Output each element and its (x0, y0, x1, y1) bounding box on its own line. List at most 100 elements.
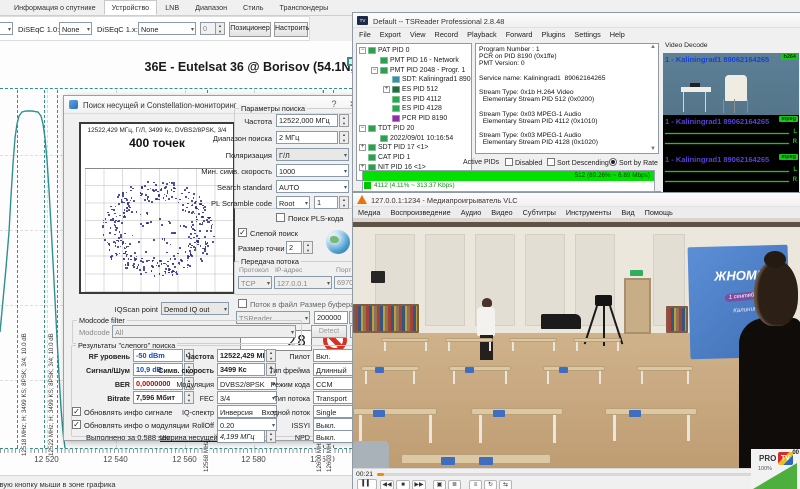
tree-item[interactable]: ES PID 4112 (359, 94, 471, 104)
tsreader-menu-item[interactable]: File (359, 30, 371, 39)
tree-item[interactable]: − PMT PID 2048 - Progr. 1 (359, 65, 471, 75)
npd-select[interactable]: Выкл. (313, 430, 357, 443)
iqscan-select[interactable]: Demod IQ out (161, 302, 229, 315)
shuffle-button[interactable]: ⇆ (499, 480, 512, 489)
buffer-field[interactable]: 200000 (314, 311, 348, 324)
tsreader-menu-item[interactable]: Playback (467, 30, 497, 39)
frame-select[interactable]: Длинный (313, 363, 357, 376)
min-symrate-select[interactable]: 1000 (276, 164, 349, 177)
tree-item[interactable]: − TDT PID 20 (359, 124, 471, 134)
audio-decode-panel[interactable]: 1 - Kaliningrad1 89062164265 mpeg L R (663, 153, 799, 191)
stream-type-select[interactable]: Transport (313, 391, 357, 404)
tree-expander-icon[interactable]: − (359, 125, 366, 132)
tsreader-menu-item[interactable]: Export (380, 30, 401, 39)
tree-item[interactable]: CAT PID 1 (359, 153, 471, 163)
frequency-field[interactable]: 12522,000 МГц (276, 114, 338, 127)
previous-button[interactable]: ◀◀ (380, 480, 394, 489)
pl-scramble-mode-select[interactable]: Root (276, 196, 310, 209)
video-decode-thumbnail[interactable]: 1 - Kaliningrad1 89062164265 h264 (663, 53, 799, 115)
tsreader-menu-item[interactable]: Forward (506, 30, 533, 39)
details-scroll-down-icon[interactable]: ▼ (650, 146, 656, 152)
update-modulation-checkbox[interactable]: ✓ (72, 420, 81, 429)
analyzer-tab[interactable]: LNB (157, 0, 187, 15)
analyzer-tab[interactable]: Стиль (235, 0, 271, 15)
carrier-width-field[interactable]: 4,199 МГц (217, 430, 265, 443)
protocol-select[interactable]: TCP (238, 276, 272, 289)
vlc-menu-item[interactable]: Помощь (645, 208, 673, 217)
position-field[interactable]: 0 (200, 22, 216, 35)
stop-button[interactable]: ■ (396, 480, 410, 489)
freq-result-spinner[interactable]: ▴▾ (266, 349, 276, 362)
tree-expander-icon[interactable]: + (359, 144, 366, 151)
ip-select[interactable]: 127.0.0.1 (274, 276, 332, 289)
tsreader-menu-item[interactable]: View (410, 30, 426, 39)
analyzer-tab[interactable]: Устройство (104, 0, 158, 15)
tsreader-menu-item[interactable]: Record (435, 30, 459, 39)
port-field[interactable]: 6970 (334, 276, 354, 289)
positioner-button[interactable]: Позиционер (229, 22, 271, 37)
active-pids-sortdesc[interactable]: Sort Descending (547, 158, 609, 167)
analyzer-tab[interactable]: Информация о спутнике (6, 0, 104, 15)
pause-button[interactable]: ▍▍ (357, 479, 377, 489)
carrier-width-label[interactable]: Ширина несущей (160, 433, 214, 442)
analyzer-tab[interactable]: Транспондеры (271, 0, 336, 15)
tree-item[interactable]: − PAT PID 0 (359, 46, 471, 56)
to-file-checkbox[interactable] (238, 299, 247, 308)
modcode-select[interactable]: All (112, 325, 296, 338)
partial-combo[interactable] (0, 22, 13, 35)
tree-item[interactable]: PCR PID 8190 (359, 114, 471, 124)
pl-scramble-spinner[interactable]: ▴▾ (339, 196, 349, 209)
search-standard-select[interactable]: AUTO (276, 180, 349, 193)
code-mode-select[interactable]: CCM (313, 377, 357, 390)
sort-by-rate-radio[interactable] (609, 158, 617, 166)
setup-button[interactable]: Настроить (274, 22, 308, 37)
vlc-video-area[interactable]: ЖНОМ! 1 сентября 2022 Калининград (353, 218, 800, 468)
vlc-titlebar[interactable]: 127.0.0.1:1234 - Медиапроигрыватель VLC (353, 193, 800, 207)
vlc-menu-item[interactable]: Субтитры (523, 208, 556, 217)
tree-item[interactable]: + ES PID 512 (359, 85, 471, 95)
fullscreen-button[interactable]: ▣ (433, 480, 446, 489)
range-spinner[interactable]: ▴▾ (339, 131, 349, 144)
tree-expander-icon[interactable]: − (359, 47, 366, 54)
tree-item[interactable]: SDT: Kaliningrad1 89062164265 (359, 75, 471, 85)
vlc-menu-item[interactable]: Аудио (461, 208, 482, 217)
details-scroll-up-icon[interactable]: ▲ (650, 44, 656, 50)
frequency-spinner[interactable]: ▴▾ (339, 114, 349, 127)
freq-result-field[interactable]: 12522,429 МГ (217, 349, 265, 362)
audio-decode-panel[interactable]: 1 - Kaliningrad1 89062164265 mpeg L R (663, 115, 799, 153)
tsreader-menu-item[interactable]: Plugins (541, 30, 565, 39)
tsreader-tree[interactable]: − PAT PID 0 PMT PID 16 - Network − PMT P… (356, 43, 472, 181)
pid-bar[interactable]: 512 (89.26% ~ 6.89 Mbps) (363, 171, 654, 181)
tree-expander-icon[interactable]: − (371, 67, 378, 74)
tsreader-menu-item[interactable]: Settings (574, 30, 600, 39)
extended-settings-button[interactable]: ≣ (448, 480, 461, 489)
vlc-menu-item[interactable]: Вид (621, 208, 634, 217)
range-field[interactable]: 2 МГц (276, 131, 338, 144)
tree-item[interactable]: ES PID 4128 (359, 104, 471, 114)
input-stream-select[interactable]: Single (313, 405, 357, 418)
pid-bar-list[interactable]: 512 (89.26% ~ 6.89 Mbps) 4112 (4.11% ~ 3… (362, 170, 655, 192)
symrate-field[interactable]: 3499 Кс (217, 363, 265, 376)
next-button[interactable]: ▶▶ (412, 480, 426, 489)
tsreader-titlebar[interactable]: TV Default -- TSReader Professional 2.8.… (353, 13, 800, 28)
analyzer-tab[interactable]: Диапазон (187, 0, 235, 15)
pid-bar[interactable]: 4112 (4.11% ~ 313.37 Kbps) (363, 181, 654, 191)
dot-size-spinner[interactable]: ▴▾ (303, 241, 313, 254)
vlc-menu-item[interactable]: Видео (491, 208, 512, 217)
vlc-menu-item[interactable]: Медиа (358, 208, 380, 217)
loop-button[interactable]: ↻ (484, 480, 497, 489)
pls-search-checkbox[interactable] (276, 213, 285, 222)
diseqc10-select[interactable]: None (59, 22, 92, 35)
detect-button[interactable]: Detect (311, 325, 347, 338)
position-spinner[interactable]: ▴▾ (215, 22, 225, 35)
active-pids-disabled[interactable]: Disabled (505, 158, 542, 167)
tsreader-details[interactable]: Program Number : 1PCR on PID 8190 (0x1ff… (475, 43, 659, 154)
active-pids-sortrate[interactable]: Sort by Rate (609, 158, 658, 167)
pl-scramble-field[interactable]: 1 (314, 196, 338, 209)
sort-descending-checkbox[interactable] (547, 158, 555, 166)
dot-size-field[interactable]: 2 (286, 241, 302, 254)
diseqc1x-select[interactable]: None (138, 22, 196, 35)
tree-item[interactable]: + SDT PID 17 <1> (359, 143, 471, 153)
vlc-seekbar[interactable] (377, 473, 793, 476)
pilot-select[interactable]: Вкл. (313, 349, 357, 362)
